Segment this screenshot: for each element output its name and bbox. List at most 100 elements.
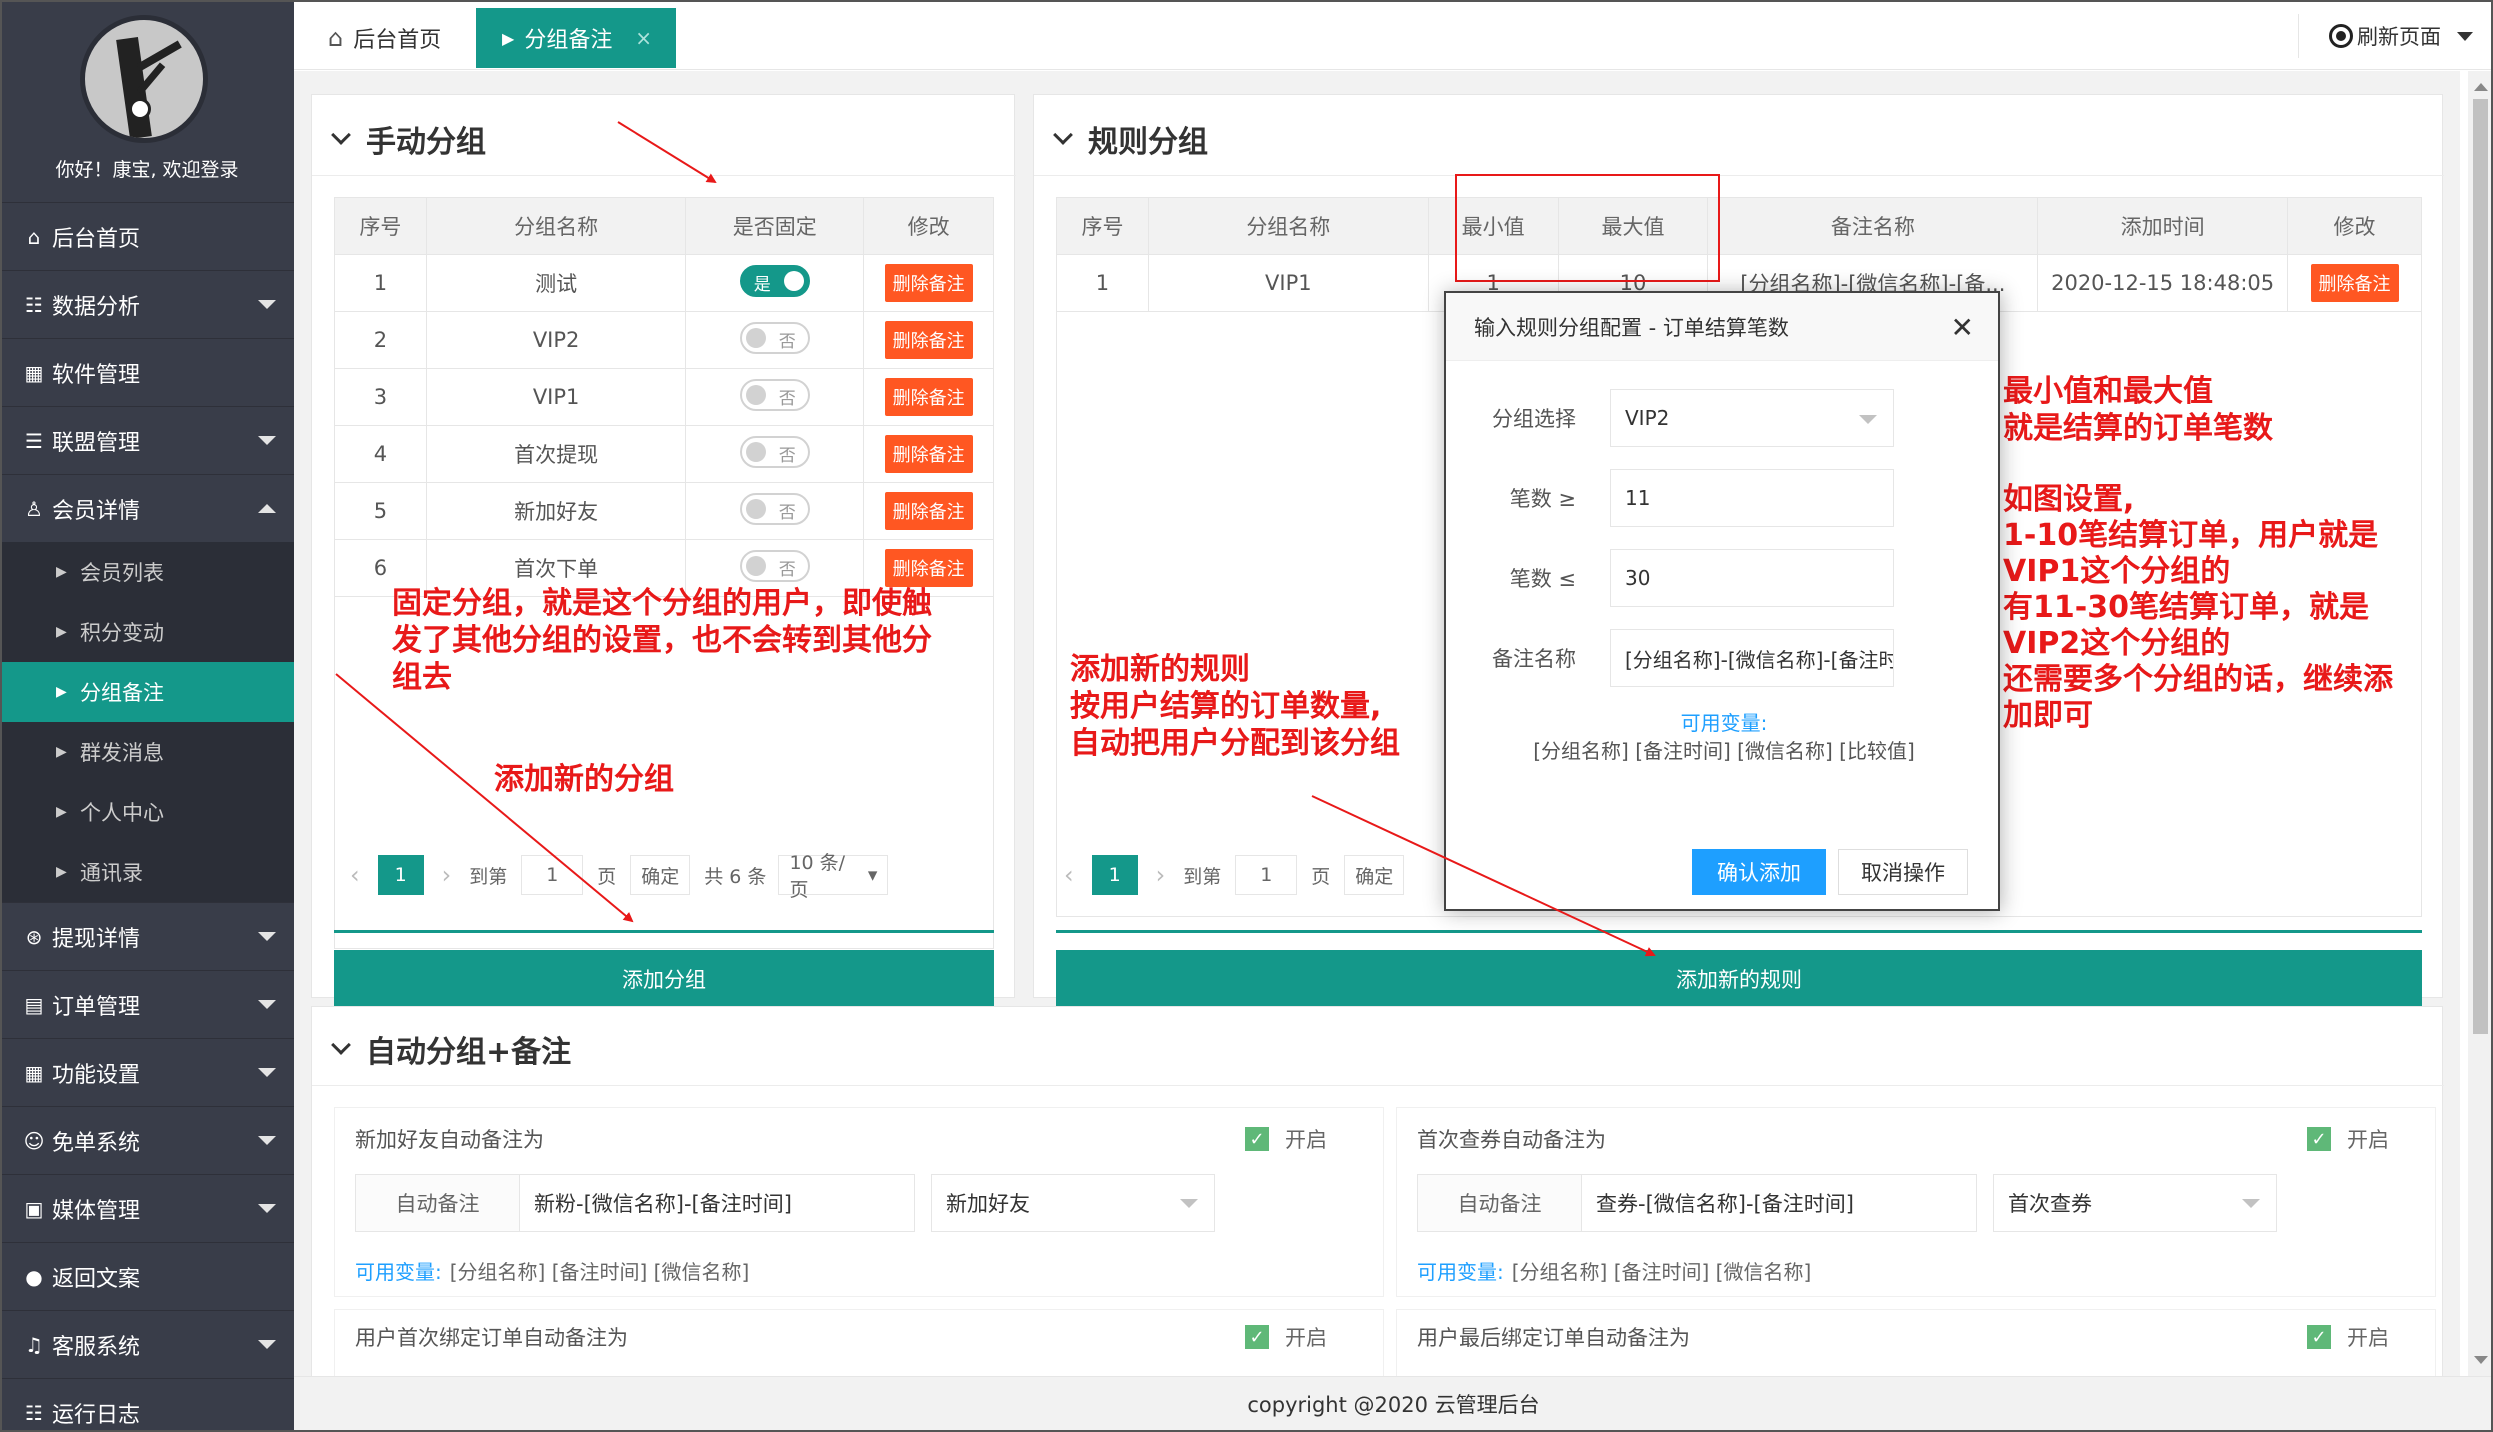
cancel-button[interactable]: 取消操作 — [1838, 849, 1968, 895]
modal-title: 输入规则分组配置 - 订单结算笔数 — [1474, 315, 1789, 340]
sidebar-item-customer-service[interactable]: ♫ 客服系统 — [0, 1310, 294, 1378]
delete-remark-button[interactable]: 删除备注 — [884, 492, 973, 530]
sidebar-item-free-order[interactable]: ☺ 免单系统 — [0, 1106, 294, 1174]
confirm-add-button[interactable]: 确认添加 — [1692, 849, 1826, 895]
column-header: 分组名称 — [425, 197, 687, 255]
apps-icon: ▦ — [24, 1060, 44, 1085]
group-select[interactable]: VIP2 — [1610, 389, 1894, 447]
delete-remark-button[interactable]: 删除备注 — [884, 435, 973, 473]
close-icon[interactable]: ✕ — [1951, 311, 1974, 344]
delete-remark-button[interactable]: 删除备注 — [2310, 264, 2399, 302]
next-page-icon[interactable]: › — [442, 861, 452, 889]
sidebar-item-reply-text[interactable]: ● 返回文案 — [0, 1242, 294, 1310]
goto-page-input[interactable]: 1 — [521, 855, 584, 895]
prev-page-icon[interactable]: ‹ — [350, 861, 360, 889]
chevron-down-icon — [258, 1340, 276, 1349]
column-header: 备注名称 — [1707, 197, 2039, 255]
chevron-down-icon — [2242, 1199, 2260, 1208]
delete-remark-button[interactable]: 删除备注 — [884, 378, 973, 416]
table-row: 4 首次提现 否 删除备注 — [334, 425, 994, 483]
caret-right-icon: ▶ — [56, 804, 67, 820]
check-icon: ✓ — [2307, 1325, 2331, 1349]
min-count-input[interactable]: 11 — [1610, 469, 1894, 527]
caret-right-icon: ▶ — [56, 684, 67, 700]
delete-remark-button[interactable]: 删除备注 — [884, 321, 973, 359]
auto-remark-card: 新加好友自动备注为 ✓ 开启 自动备注 新粉-[微信名称]-[备注时间] 新加好友 … — [334, 1107, 1384, 1297]
panel-title[interactable]: 手动分组 — [331, 117, 486, 161]
column-header: 修改 — [863, 197, 994, 255]
enable-checkbox[interactable]: ✓ 开启 — [2307, 1322, 2389, 1352]
enable-checkbox[interactable]: ✓ 开启 — [2307, 1124, 2389, 1154]
trigger-select[interactable]: 新加好友 — [931, 1174, 1215, 1232]
goto-confirm-button[interactable]: 确定 — [630, 855, 691, 895]
panel-title[interactable]: 规则分组 — [1053, 117, 1208, 161]
per-page-select[interactable]: 10 条/页 ▾ — [778, 852, 889, 901]
sidebar-item-alliance[interactable]: ☰ 联盟管理 — [0, 406, 294, 474]
fixed-toggle[interactable]: 否 — [739, 378, 810, 411]
table-row: 1 测试 是 删除备注 — [334, 254, 994, 312]
sidebar-item-member-list[interactable]: ▶ 会员列表 — [0, 542, 294, 602]
manual-pager: ‹ 1 › 到第 1 页 确定 共 6 条 10 条/页 ▾ — [350, 852, 889, 901]
goto-confirm-button[interactable]: 确定 — [1344, 855, 1405, 895]
yen-icon: ⊛ — [25, 924, 43, 949]
auto-remark-input[interactable]: 自动备注 新粉-[微信名称]-[备注时间] — [355, 1174, 915, 1232]
sidebar-item-withdraw[interactable]: ⊛ 提现详情 — [0, 902, 294, 970]
sidebar-item-software[interactable]: ▦ 软件管理 — [0, 338, 294, 406]
minmax-highlight — [1455, 174, 1720, 282]
close-icon[interactable]: × — [635, 26, 652, 50]
column-header: 修改 — [2287, 197, 2422, 255]
chevron-down-icon — [1859, 415, 1877, 424]
sidebar-item-data-analysis[interactable]: ☷ 数据分析 — [0, 270, 294, 338]
sidebar-item-profile[interactable]: ▶ 个人中心 — [0, 782, 294, 842]
enable-checkbox[interactable]: ✓ 开启 — [1245, 1322, 1327, 1352]
panel-title[interactable]: 自动分组+备注 — [331, 1027, 571, 1071]
chat-icon: ● — [25, 1264, 43, 1289]
add-group-button[interactable]: 添加分组 — [334, 950, 994, 1008]
sidebar-item-orders[interactable]: ▤ 订单管理 — [0, 970, 294, 1038]
fixed-toggle[interactable]: 否 — [739, 321, 810, 354]
rule-config-modal: 输入规则分组配置 - 订单结算笔数 ✕ 分组选择 VIP2 笔数 ≥ 11 笔数… — [1444, 291, 2000, 911]
annotation-example: 如图设置, 1-10笔结算订单，用户就是 VIP1这个分组的 有11-30笔结算… — [2003, 482, 2393, 733]
chevron-down-icon — [331, 1035, 351, 1055]
fixed-toggle[interactable]: 否 — [739, 435, 810, 468]
rule-pager: ‹ 1 › 到第 1 页 确定 — [1064, 855, 1405, 895]
prev-page-icon[interactable]: ‹ — [1064, 861, 1074, 889]
fixed-toggle[interactable]: 否 — [739, 549, 810, 582]
sidebar-item-media[interactable]: ▣ 媒体管理 — [0, 1174, 294, 1242]
trigger-select[interactable]: 首次查券 — [1993, 1174, 2277, 1232]
refresh-page-button[interactable]: 刷新页面 — [2298, 14, 2473, 58]
tab-group-remark[interactable]: ▶ 分组备注 × — [476, 8, 676, 68]
chevron-down-icon — [2457, 31, 2473, 41]
max-count-input[interactable]: 30 — [1610, 549, 1894, 607]
chevron-down-icon — [331, 125, 351, 145]
remark-name-input[interactable]: [分组名称]-[微信名称]-[备注时间] — [1610, 629, 1894, 687]
current-page[interactable]: 1 — [377, 855, 424, 895]
chevron-down-icon — [258, 436, 276, 445]
next-page-icon[interactable]: › — [1156, 861, 1166, 889]
caret-right-icon: ▶ — [56, 864, 67, 880]
delete-remark-button[interactable]: 删除备注 — [884, 264, 973, 302]
chevron-down-icon — [258, 1136, 276, 1145]
goto-page-input[interactable]: 1 — [1235, 855, 1298, 895]
current-page[interactable]: 1 — [1091, 855, 1138, 895]
sidebar-item-members[interactable]: ♙ 会员详情 — [0, 474, 294, 542]
sidebar-item-logs[interactable]: ☷ 运行日志 — [0, 1378, 294, 1432]
available-vars: 可用变量: [分组名称] [备注时间] [微信名称] — [1417, 1260, 1812, 1284]
sidebar-item-home[interactable]: ⌂ 后台首页 — [0, 202, 294, 270]
fixed-toggle[interactable]: 是 — [739, 264, 810, 297]
tab-home[interactable]: ⌂ 后台首页 — [328, 22, 441, 54]
delete-remark-button[interactable]: 删除备注 — [884, 549, 973, 587]
add-rule-button[interactable]: 添加新的规则 — [1056, 950, 2422, 1008]
sidebar-item-settings[interactable]: ▦ 功能设置 — [0, 1038, 294, 1106]
sidebar-item-group-remark[interactable]: ▶ 分组备注 — [0, 662, 294, 722]
sidebar-item-broadcast[interactable]: ▶ 群发消息 — [0, 722, 294, 782]
scrollbar[interactable] — [2468, 71, 2493, 1376]
fixed-toggle[interactable]: 否 — [739, 492, 810, 525]
sidebar-item-contacts[interactable]: ▶ 通讯录 — [0, 842, 294, 902]
footer: copyright @2020 云管理后台 — [294, 1376, 2493, 1432]
avatar[interactable] — [80, 15, 208, 143]
table-row: 2 VIP2 否 删除备注 — [334, 311, 994, 369]
enable-checkbox[interactable]: ✓ 开启 — [1245, 1124, 1327, 1154]
sidebar-item-points[interactable]: ▶ 积分变动 — [0, 602, 294, 662]
auto-remark-input[interactable]: 自动备注 查券-[微信名称]-[备注时间] — [1417, 1174, 1977, 1232]
